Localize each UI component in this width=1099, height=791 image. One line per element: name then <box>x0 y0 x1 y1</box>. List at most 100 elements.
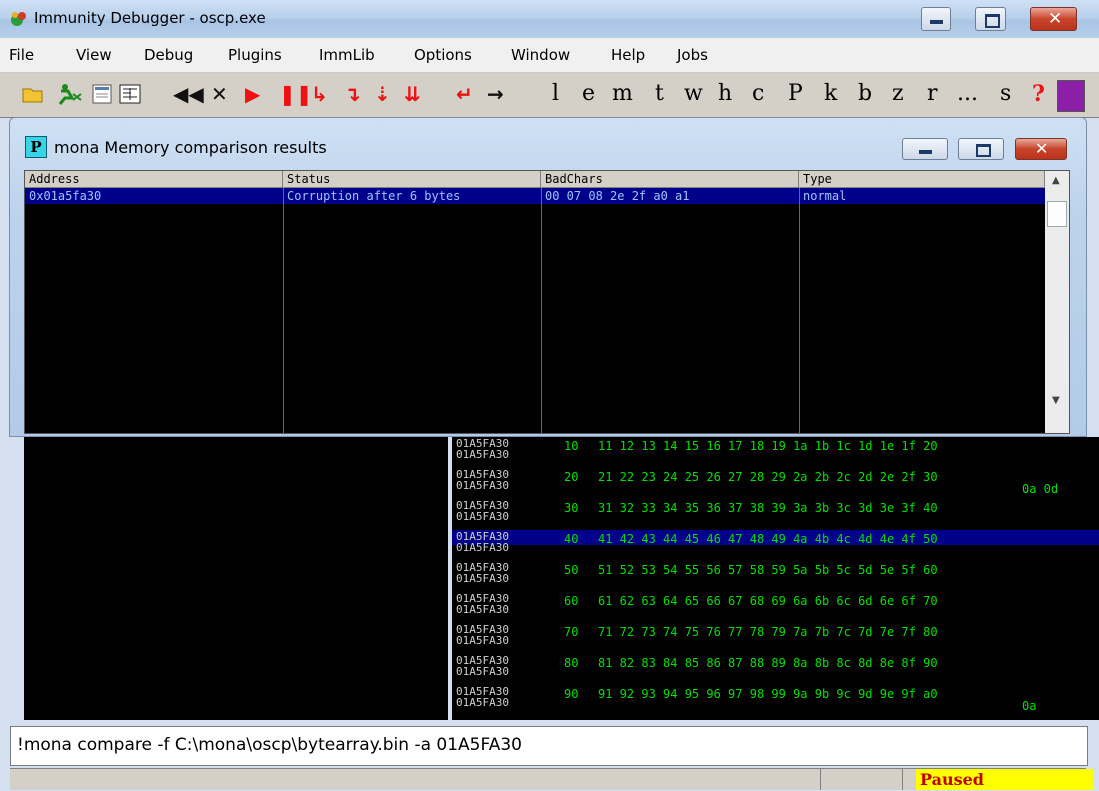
dump-hex: 81 82 83 84 85 86 87 88 89 8a 8b 8c 8d 8… <box>598 656 938 670</box>
toolbar-e[interactable]: e <box>582 81 595 106</box>
dump-extra: 0a <box>1022 699 1037 713</box>
dump-row[interactable]: 01A5FA30 01A5FA30 60 61 62 63 64 65 66 6… <box>452 592 1099 622</box>
dump-value: 20 <box>564 470 579 484</box>
dump-row[interactable]: 01A5FA30 01A5FA30 90 91 92 93 94 95 96 9… <box>452 685 1099 715</box>
open-folder-icon[interactable] <box>22 83 46 105</box>
column-divider <box>799 188 800 433</box>
close-icon: ✕ <box>1035 139 1049 158</box>
menu-immlib[interactable]: ImmLib <box>319 46 375 64</box>
dump-row[interactable]: 01A5FA30 01A5FA30 80 81 82 83 84 85 86 8… <box>452 654 1099 684</box>
column-divider <box>541 188 542 433</box>
toolbar-p[interactable]: P <box>788 81 803 106</box>
toolbar-l[interactable]: l <box>552 81 559 106</box>
scroll-up-icon[interactable]: ▲ <box>1052 175 1060 186</box>
toolbar-s[interactable]: s <box>1000 81 1011 106</box>
menu-bar: File View Debug Plugins ImmLib Options W… <box>0 38 1099 73</box>
results-table: Address Status BadChars Type 0x01a5fa30 … <box>24 170 1070 434</box>
toolbar-b[interactable]: b <box>858 81 872 106</box>
dump-hex: 61 62 63 64 65 66 67 68 69 6a 6b 6c 6d 6… <box>598 594 938 608</box>
cell-badchars: 00 07 08 2e 2f a0 a1 <box>545 189 690 203</box>
table-row[interactable] <box>25 188 1045 204</box>
mona-window-title: mona Memory comparison results <box>54 138 327 157</box>
command-input[interactable]: !mona compare -f C:\mona\oscp\bytearray.… <box>10 726 1088 766</box>
dump-row[interactable]: 01A5FA30 01A5FA30 10 11 12 13 14 15 16 1… <box>452 437 1099 467</box>
toolbar-help[interactable]: ? <box>1032 81 1045 107</box>
window-title: Immunity Debugger - oscp.exe <box>34 9 266 27</box>
dump-address: 01A5FA30 <box>456 510 509 523</box>
toolbar-more[interactable]: ... <box>957 81 978 106</box>
maximize-button[interactable] <box>975 7 1006 31</box>
vertical-scrollbar[interactable]: ▲ ▼ <box>1045 171 1069 433</box>
column-type[interactable]: Type <box>799 171 1045 188</box>
cell-status: Corruption after 6 bytes <box>287 189 461 203</box>
dump-row[interactable]: 01A5FA30 01A5FA30 70 71 72 73 74 75 76 7… <box>452 623 1099 653</box>
log-window-icon[interactable] <box>92 84 112 104</box>
modules-window-icon[interactable] <box>119 84 141 104</box>
dump-address: 01A5FA30 <box>456 572 509 585</box>
pause-icon[interactable]: ❚❚ <box>279 82 313 106</box>
immunity-app-icon <box>11 12 26 26</box>
toolbar: ◀◀ ✕ ▶ ❚❚ ↳ ↴ ⇣ ⇊ ↵ → l e m t w h c P k … <box>0 73 1099 118</box>
dump-value: 10 <box>564 439 579 453</box>
toolbar-z[interactable]: z <box>892 81 904 106</box>
trace-over-icon[interactable]: ⇊ <box>404 82 421 106</box>
step-into-icon[interactable]: ↳ <box>311 82 328 106</box>
memory-dump-pane[interactable]: 01A5FA30 01A5FA30 10 11 12 13 14 15 16 1… <box>452 437 1099 720</box>
maximize-icon <box>976 144 991 157</box>
cpu-pane[interactable] <box>24 437 448 720</box>
close-button[interactable]: ✕ <box>1030 7 1077 31</box>
mona-results-window: P mona Memory comparison results ✕ Addre… <box>9 117 1087 437</box>
column-address[interactable]: Address <box>25 171 283 188</box>
step-over-icon[interactable]: ↴ <box>344 82 361 106</box>
menu-plugins[interactable]: Plugins <box>228 46 282 64</box>
maximize-icon <box>985 14 1000 28</box>
dump-value: 70 <box>564 625 579 639</box>
dump-row[interactable]: 01A5FA30 01A5FA30 50 51 52 53 54 55 56 5… <box>452 561 1099 591</box>
color-swatch[interactable] <box>1057 80 1085 112</box>
minimize-icon <box>930 20 943 24</box>
go-to-expression-icon[interactable]: → <box>487 82 504 106</box>
minimize-icon <box>919 150 932 154</box>
toolbar-m[interactable]: m <box>612 81 633 106</box>
dump-hex: 11 12 13 14 15 16 17 18 19 1a 1b 1c 1d 1… <box>598 439 938 453</box>
cell-type: normal <box>803 189 847 203</box>
column-status[interactable]: Status <box>283 171 541 188</box>
toolbar-k[interactable]: k <box>824 81 837 106</box>
toolbar-t[interactable]: t <box>655 81 664 106</box>
toolbar-h[interactable]: h <box>718 81 732 106</box>
dump-hex: 21 22 23 24 25 26 27 28 29 2a 2b 2c 2d 2… <box>598 470 938 484</box>
menu-window[interactable]: Window <box>511 46 570 64</box>
scroll-thumb[interactable] <box>1047 201 1067 227</box>
menu-options[interactable]: Options <box>414 46 472 64</box>
menu-help[interactable]: Help <box>611 46 645 64</box>
dump-address: 01A5FA30 <box>456 603 509 616</box>
status-divider <box>902 769 903 790</box>
dump-address: 01A5FA30 <box>456 479 509 492</box>
column-badchars[interactable]: BadChars <box>541 171 799 188</box>
menu-debug[interactable]: Debug <box>144 46 193 64</box>
run-icon[interactable]: ▶ <box>245 82 260 106</box>
dump-row[interactable]: 01A5FA30 01A5FA30 20 21 22 23 24 25 26 2… <box>452 468 1099 498</box>
cell-address: 0x01a5fa30 <box>29 189 102 203</box>
minimize-button[interactable] <box>921 7 951 31</box>
mona-maximize-button[interactable] <box>958 138 1004 160</box>
scroll-down-icon[interactable]: ▼ <box>1052 395 1060 406</box>
dump-row-selected[interactable]: 01A5FA30 01A5FA30 40 41 42 43 44 45 46 4… <box>452 530 1099 560</box>
toolbar-w[interactable]: w <box>684 81 703 106</box>
dump-hex: 71 72 73 74 75 76 77 78 79 7a 7b 7c 7d 7… <box>598 625 938 639</box>
stop-icon[interactable]: ✕ <box>211 82 228 106</box>
menu-jobs[interactable]: Jobs <box>677 46 708 64</box>
restart-icon[interactable] <box>55 82 83 106</box>
dump-value: 90 <box>564 687 579 701</box>
mona-minimize-button[interactable] <box>902 138 948 160</box>
menu-view[interactable]: View <box>76 46 112 64</box>
toolbar-c[interactable]: c <box>752 81 764 106</box>
mona-window-icon: P <box>25 136 47 158</box>
toolbar-r[interactable]: r <box>927 81 938 106</box>
dump-row[interactable]: 01A5FA30 01A5FA30 30 31 32 33 34 35 36 3… <box>452 499 1099 529</box>
mona-close-button[interactable]: ✕ <box>1015 138 1067 160</box>
execute-till-return-icon[interactable]: ↵ <box>456 82 473 106</box>
rewind-icon[interactable]: ◀◀ <box>173 82 204 106</box>
trace-into-icon[interactable]: ⇣ <box>374 82 391 106</box>
menu-file[interactable]: File <box>9 46 34 64</box>
